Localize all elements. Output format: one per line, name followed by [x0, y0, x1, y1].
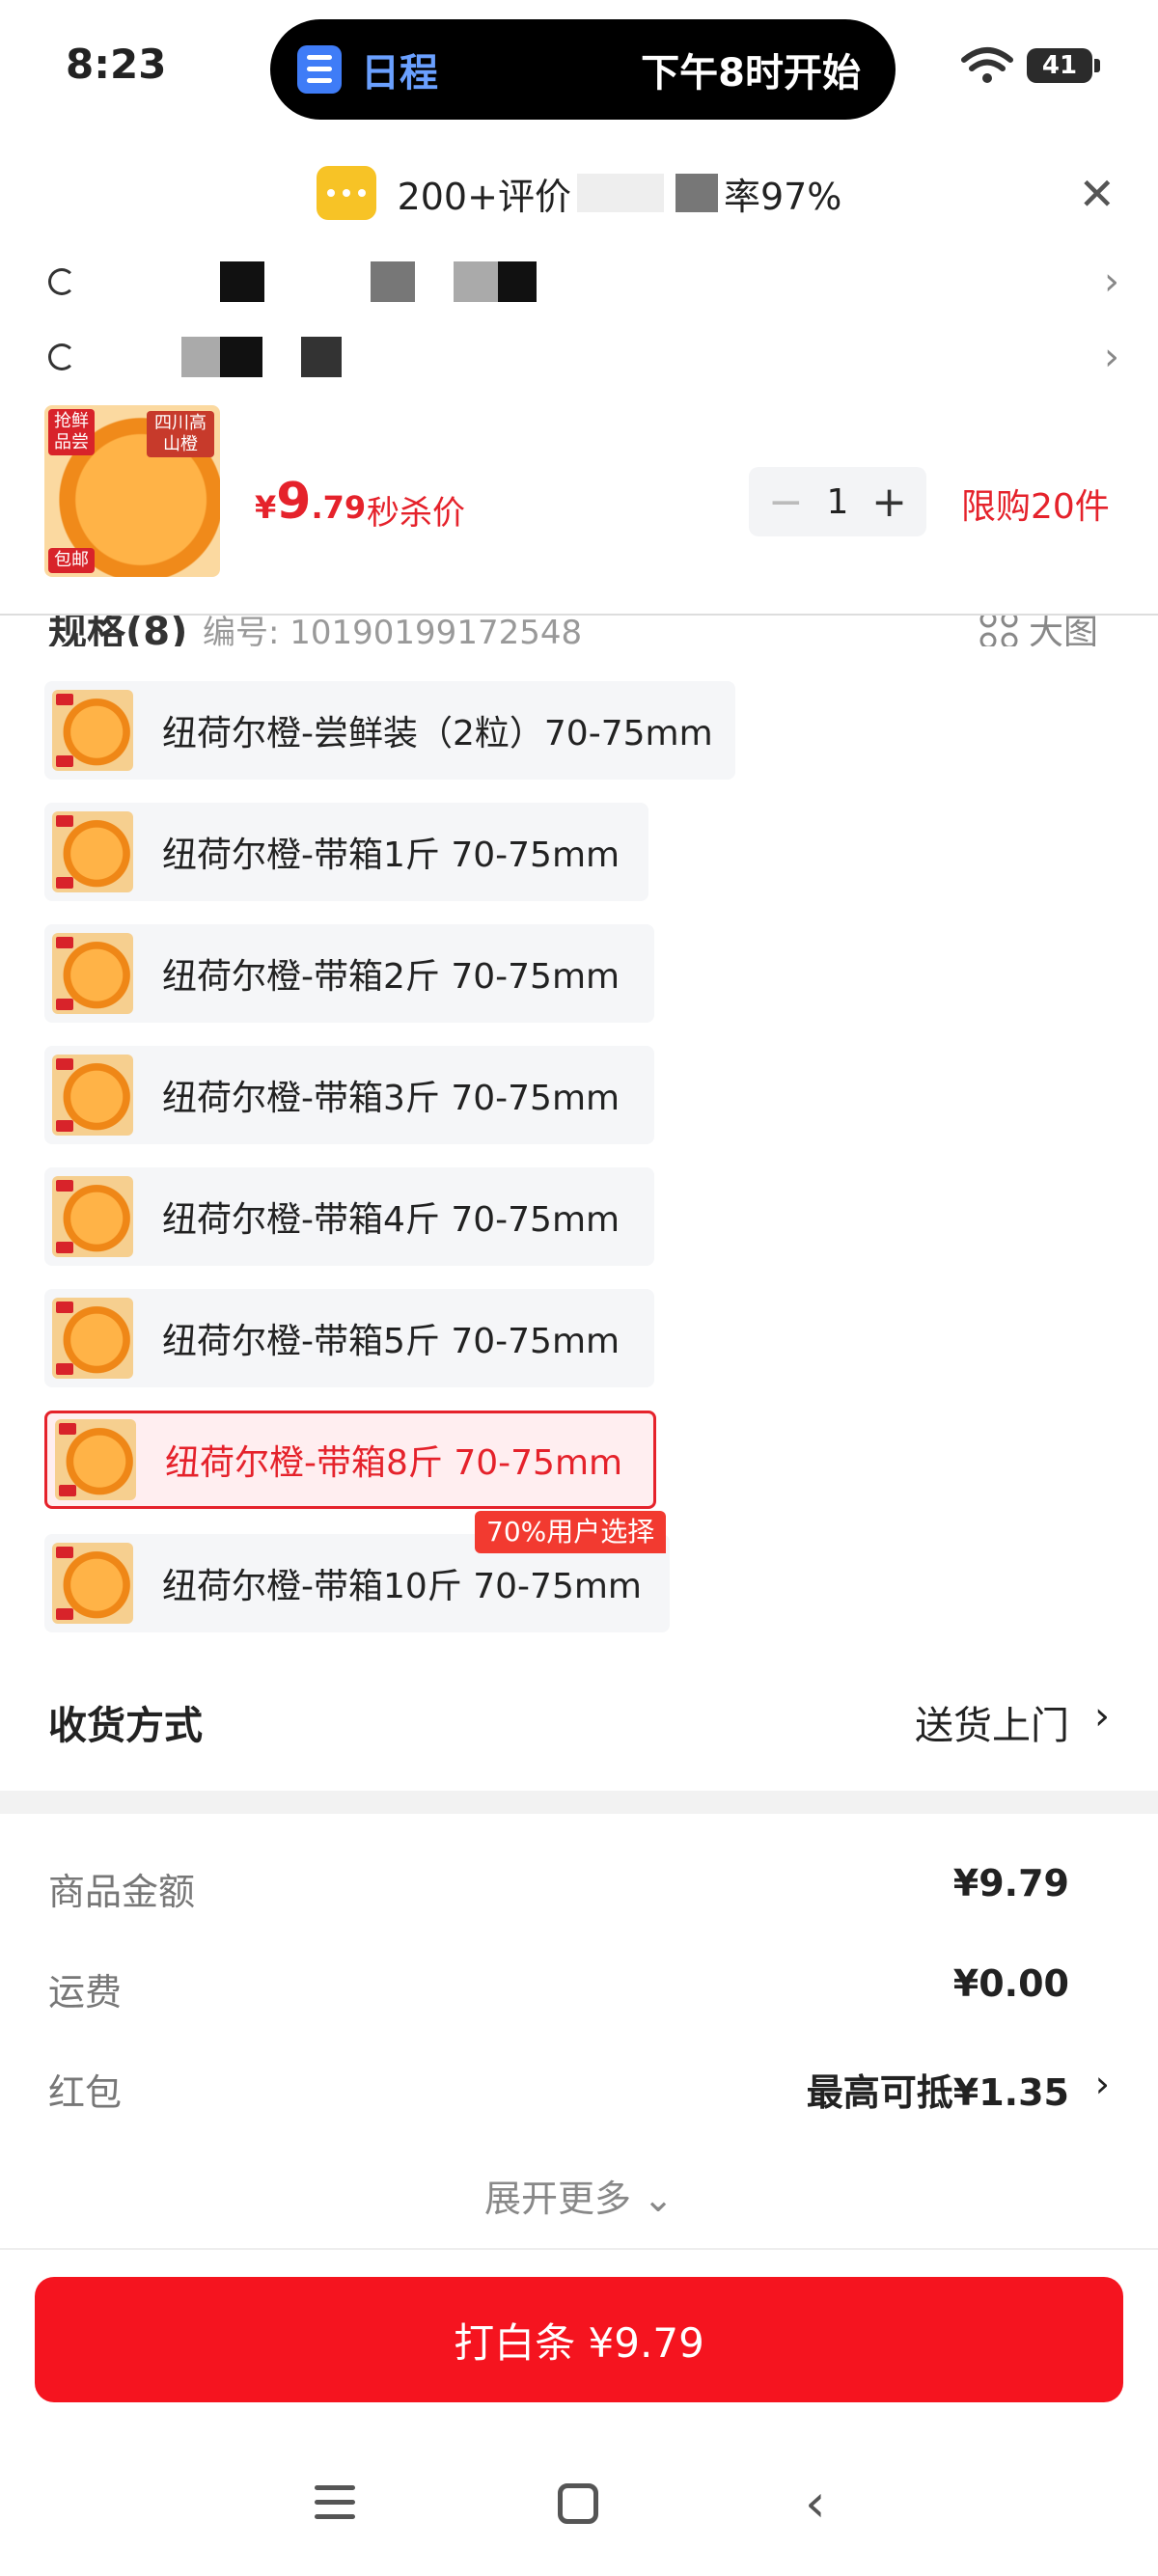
variant-label: 纽荷尔橙-带箱1斤 70-75mm: [162, 836, 620, 875]
variant-thumbnail: [52, 1298, 133, 1379]
redacted-block: [220, 261, 264, 302]
menu-icon[interactable]: [315, 2483, 355, 2522]
location-icon: [48, 268, 75, 295]
product-image[interactable]: 抢鲜品尝 四川高山橙 包邮: [44, 405, 220, 577]
clock: 8:23: [66, 41, 167, 88]
variant-thumbnail: [52, 933, 133, 1014]
dynamic-island[interactable]: 日程 下午8时开始: [270, 19, 896, 120]
review-text-end: 率97%: [723, 175, 842, 218]
home-icon[interactable]: [558, 2483, 598, 2524]
grid-icon[interactable]: [979, 614, 1019, 646]
red-packet-row[interactable]: 红包 最高可抵¥1.35 ›: [0, 2063, 1158, 2121]
variant-option[interactable]: 纽荷尔橙-带箱3斤 70-75mm: [44, 1046, 654, 1144]
popular-choice-badge: 70%用户选择: [475, 1511, 667, 1553]
product-image-title: 四川高山橙: [147, 411, 214, 457]
redacted-block: [498, 261, 537, 302]
info-row[interactable]: ›: [48, 253, 1119, 311]
status-bar: 8:23 日程 下午8时开始 41: [0, 0, 1158, 135]
redacted-block: [675, 174, 718, 212]
battery-icon: 41: [1027, 48, 1100, 83]
variant-thumbnail: [52, 811, 133, 892]
back-icon[interactable]: ‹: [805, 2478, 826, 2530]
goods-amount-label: 商品金额: [48, 1871, 196, 1913]
variant-thumbnail: [55, 1419, 136, 1500]
variant-thumbnail: [52, 1543, 133, 1624]
price-label: 秒杀价: [367, 494, 465, 533]
quantity-value[interactable]: 1: [827, 482, 849, 522]
variant-option[interactable]: 纽荷尔橙-带箱4斤 70-75mm: [44, 1167, 654, 1266]
delivery-method-row[interactable]: 收货方式 送货上门 ›: [0, 1675, 1158, 1781]
clock-icon: [48, 343, 75, 370]
island-title: 日程: [361, 51, 438, 96]
divider: [0, 2248, 1158, 2250]
spec-header: 规格(8) 编号: 10190199172548 大图: [0, 614, 1158, 646]
big-image-toggle[interactable]: 大图: [1029, 616, 1098, 646]
variant-option[interactable]: 纽荷尔橙-尝鲜装（2粒）70-75mm: [44, 681, 735, 780]
redacted-block: [576, 174, 664, 212]
variant-label: 纽荷尔橙-带箱5斤 70-75mm: [162, 1322, 620, 1361]
product-badge: 抢鲜品尝: [48, 409, 95, 455]
spec-label: 规格(8): [48, 614, 188, 646]
review-banner[interactable]: 200+评价 率97% ✕: [0, 154, 1158, 232]
variant-label: 纽荷尔橙-带箱3斤 70-75mm: [162, 1079, 620, 1118]
chevron-right-icon: ›: [1104, 260, 1119, 304]
chevron-right-icon: ›: [1094, 1694, 1110, 1739]
goods-amount-value: ¥9.79: [952, 1862, 1069, 1905]
variant-thumbnail: [52, 1176, 133, 1257]
price-symbol: ¥: [255, 489, 277, 526]
variant-thumbnail: [52, 1055, 133, 1136]
price-integer: 9: [276, 473, 312, 531]
red-packet-value: 最高可抵¥1.35: [806, 2071, 1069, 2114]
chevron-right-icon: ›: [1094, 2063, 1110, 2105]
price-decimal: .79: [311, 489, 367, 526]
redacted-block: [454, 261, 498, 302]
variant-option[interactable]: 纽荷尔橙-带箱5斤 70-75mm: [44, 1289, 654, 1387]
message-icon: [316, 166, 376, 220]
section-divider: [0, 1791, 1158, 1814]
product-price: ¥9.79: [255, 473, 366, 531]
purchase-limit: 限购20件: [961, 487, 1110, 527]
variant-label: 纽荷尔橙-带箱10斤 70-75mm: [162, 1567, 642, 1606]
review-text-start: 200+评价: [397, 175, 571, 218]
variant-label: 纽荷尔橙-带箱4斤 70-75mm: [162, 1200, 620, 1240]
system-nav-bar: ‹: [0, 2470, 1158, 2547]
redacted-block: [220, 337, 262, 377]
info-row[interactable]: ›: [48, 328, 1119, 386]
variant-label: 纽荷尔橙-带箱2斤 70-75mm: [162, 957, 620, 997]
delivery-label: 收货方式: [48, 1704, 203, 1748]
variant-label: 纽荷尔橙-尝鲜装（2粒）70-75mm: [162, 714, 713, 754]
redacted-block: [301, 337, 342, 377]
variant-thumbnail: [52, 690, 133, 771]
increase-button[interactable]: +: [871, 478, 907, 527]
chevron-right-icon: ›: [1104, 335, 1119, 379]
variant-option-selected[interactable]: 纽荷尔橙-带箱8斤 70-75mm: [44, 1411, 656, 1509]
variant-option[interactable]: 纽荷尔橙-带箱2斤 70-75mm: [44, 924, 654, 1023]
shipping-row: 运费 ¥0.00: [0, 1962, 1158, 2020]
goods-amount-row: 商品金额 ¥9.79: [0, 1862, 1158, 1920]
calendar-icon: [297, 45, 342, 94]
variant-label: 纽荷尔橙-带箱8斤 70-75mm: [165, 1443, 623, 1483]
red-packet-label: 红包: [48, 2071, 123, 2114]
close-icon[interactable]: ✕: [1078, 172, 1116, 216]
island-event: 下午8时开始: [641, 51, 861, 96]
wifi-icon: [961, 47, 1013, 83]
quantity-stepper: − 1 +: [749, 467, 926, 536]
shipping-label: 运费: [48, 1971, 123, 2014]
sku-number: 编号: 10190199172548: [203, 614, 583, 646]
free-shipping-badge: 包邮: [48, 548, 95, 573]
delivery-value: 送货上门: [915, 1704, 1069, 1748]
variant-option[interactable]: 纽荷尔橙-带箱1斤 70-75mm: [44, 803, 648, 901]
expand-more-button[interactable]: 展开更多 ⌄: [0, 2169, 1158, 2222]
pay-button[interactable]: 打白条 ¥9.79: [35, 2277, 1123, 2402]
redacted-block: [371, 261, 415, 302]
shipping-value: ¥0.00: [952, 1962, 1069, 2005]
decrease-button[interactable]: −: [768, 478, 804, 527]
redacted-block: [181, 337, 220, 377]
